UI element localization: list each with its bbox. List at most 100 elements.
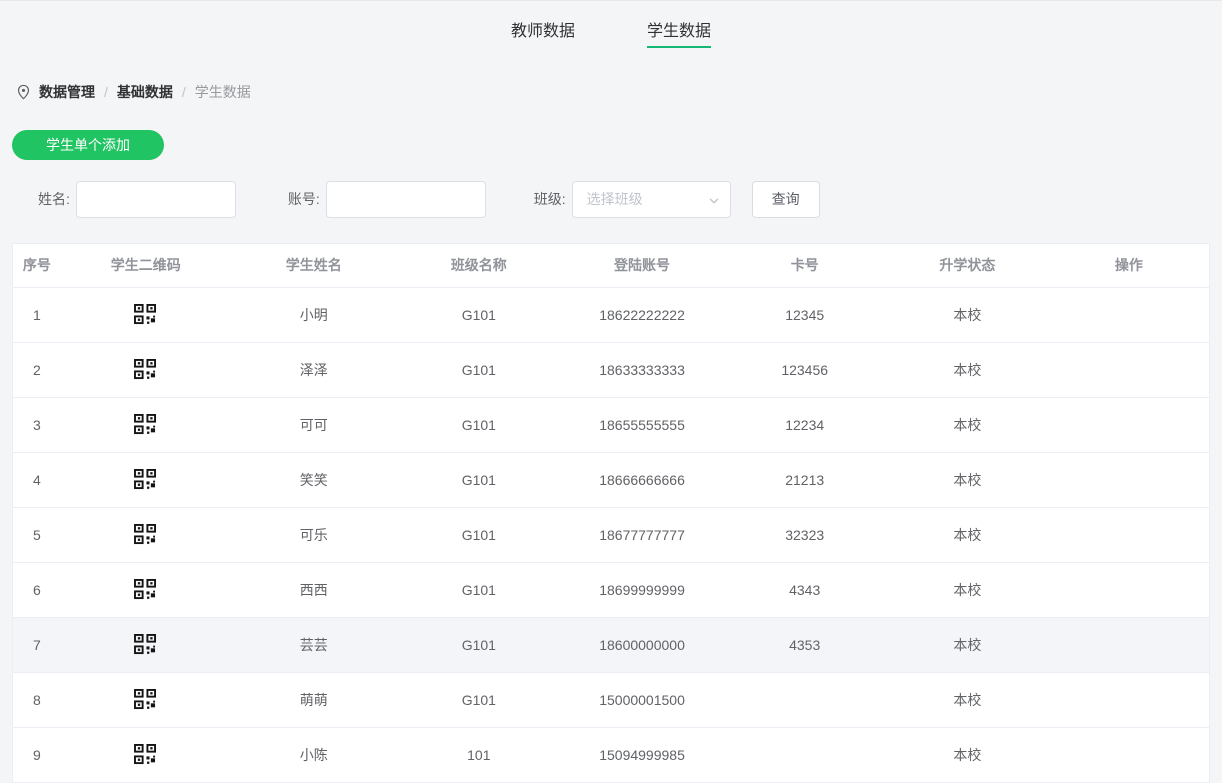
cell-card-number: 12345 <box>723 287 886 342</box>
cell-class-name: G101 <box>397 287 561 342</box>
cell-login-account: 18677777777 <box>561 507 724 562</box>
table-row[interactable]: 1 <box>13 287 1209 342</box>
breadcrumb-item-basic-data[interactable]: 基础数据 <box>117 82 173 102</box>
name-input[interactable] <box>76 181 236 218</box>
add-student-button[interactable]: 学生单个添加 <box>12 130 164 160</box>
cell-status: 本校 <box>886 397 1049 452</box>
table-row[interactable]: 6 <box>13 562 1209 617</box>
cell-class-name: G101 <box>397 452 561 507</box>
table-row[interactable]: 7 <box>13 617 1209 672</box>
column-header: 卡号 <box>723 244 886 287</box>
cell-index: 9 <box>13 727 61 782</box>
qr-code-icon[interactable] <box>134 304 157 325</box>
breadcrumb-separator: / <box>182 82 186 102</box>
qr-code-icon[interactable] <box>134 634 157 655</box>
cell-status: 本校 <box>886 342 1049 397</box>
breadcrumb-separator: / <box>104 82 108 102</box>
column-header: 学生二维码 <box>61 244 231 287</box>
cell-qrcode <box>61 562 231 617</box>
tab-teacher-data[interactable]: 教师数据 <box>511 1 575 56</box>
cell-action <box>1049 507 1209 562</box>
cell-class-name: 101 <box>397 727 561 782</box>
cell-index: 3 <box>13 397 61 452</box>
cell-status: 本校 <box>886 507 1049 562</box>
table-row[interactable]: 3 <box>13 397 1209 452</box>
cell-login-account: 18655555555 <box>561 397 724 452</box>
column-header: 序号 <box>13 244 61 287</box>
cell-index: 6 <box>13 562 61 617</box>
class-select[interactable]: 选择班级 <box>572 181 731 218</box>
filter-bar: 姓名: 账号: 班级: 选择班级 查询 <box>0 180 1222 218</box>
column-header: 操作 <box>1049 244 1209 287</box>
class-label: 班级: <box>534 189 566 209</box>
cell-card-number <box>723 672 886 727</box>
table-body: 1 <box>13 287 1209 782</box>
cell-student-name: 可乐 <box>231 507 397 562</box>
cell-index: 4 <box>13 452 61 507</box>
cell-index: 5 <box>13 507 61 562</box>
table-row[interactable]: 5 <box>13 507 1209 562</box>
cell-login-account: 18600000000 <box>561 617 724 672</box>
location-pin-icon <box>16 84 31 100</box>
cell-qrcode <box>61 617 231 672</box>
cell-action <box>1049 727 1209 782</box>
cell-card-number: 32323 <box>723 507 886 562</box>
table-row[interactable]: 2 <box>13 342 1209 397</box>
qr-code-icon[interactable] <box>134 469 157 490</box>
cell-login-account: 18633333333 <box>561 342 724 397</box>
tab-label: 教师数据 <box>511 17 575 41</box>
cell-card-number: 12234 <box>723 397 886 452</box>
cell-login-account: 18622222222 <box>561 287 724 342</box>
table-row[interactable]: 9 <box>13 727 1209 782</box>
cell-class-name: G101 <box>397 672 561 727</box>
table-row[interactable]: 4 <box>13 452 1209 507</box>
query-button[interactable]: 查询 <box>752 181 820 218</box>
breadcrumb-item-data-management[interactable]: 数据管理 <box>39 82 95 102</box>
account-input[interactable] <box>326 181 486 218</box>
cell-qrcode <box>61 672 231 727</box>
qr-code-icon[interactable] <box>134 524 157 545</box>
cell-action <box>1049 562 1209 617</box>
qr-code-icon[interactable] <box>134 689 157 710</box>
cell-student-name: 泽泽 <box>231 342 397 397</box>
cell-qrcode <box>61 397 231 452</box>
students-table: 序号学生二维码学生姓名班级名称登陆账号卡号升学状态操作 1 <box>12 243 1210 783</box>
column-header: 登陆账号 <box>561 244 724 287</box>
cell-student-name: 小陈 <box>231 727 397 782</box>
cell-action <box>1049 672 1209 727</box>
column-header: 学生姓名 <box>231 244 397 287</box>
action-bar: 学生单个添加 <box>0 102 1222 160</box>
tab-student-data[interactable]: 学生数据 <box>647 1 711 56</box>
cell-index: 2 <box>13 342 61 397</box>
cell-login-account: 15094999985 <box>561 727 724 782</box>
qr-code-icon[interactable] <box>134 414 157 435</box>
breadcrumb-item-student-data: 学生数据 <box>195 82 251 102</box>
column-header: 升学状态 <box>886 244 1049 287</box>
cell-class-name: G101 <box>397 507 561 562</box>
cell-index: 1 <box>13 287 61 342</box>
cell-class-name: G101 <box>397 397 561 452</box>
cell-student-name: 西西 <box>231 562 397 617</box>
cell-qrcode <box>61 287 231 342</box>
qr-code-icon[interactable] <box>134 579 157 600</box>
table-header-row: 序号学生二维码学生姓名班级名称登陆账号卡号升学状态操作 <box>13 244 1209 287</box>
account-label: 账号: <box>288 189 320 209</box>
cell-student-name: 可可 <box>231 397 397 452</box>
cell-status: 本校 <box>886 617 1049 672</box>
cell-qrcode <box>61 727 231 782</box>
cell-card-number: 4343 <box>723 562 886 617</box>
qr-code-icon[interactable] <box>134 744 157 765</box>
table-row[interactable]: 8 <box>13 672 1209 727</box>
cell-action <box>1049 617 1209 672</box>
cell-status: 本校 <box>886 672 1049 727</box>
cell-card-number: 4353 <box>723 617 886 672</box>
qr-code-icon[interactable] <box>134 359 157 380</box>
name-label: 姓名: <box>38 189 70 209</box>
breadcrumb: 数据管理 / 基础数据 / 学生数据 <box>0 56 1222 102</box>
cell-status: 本校 <box>886 452 1049 507</box>
cell-qrcode <box>61 342 231 397</box>
tab-bar: 教师数据 学生数据 <box>0 0 1222 56</box>
page: 教师数据 学生数据 数据管理 / 基础数据 / 学生数据 学生单个添加 姓名: … <box>0 0 1222 783</box>
cell-class-name: G101 <box>397 562 561 617</box>
cell-action <box>1049 397 1209 452</box>
